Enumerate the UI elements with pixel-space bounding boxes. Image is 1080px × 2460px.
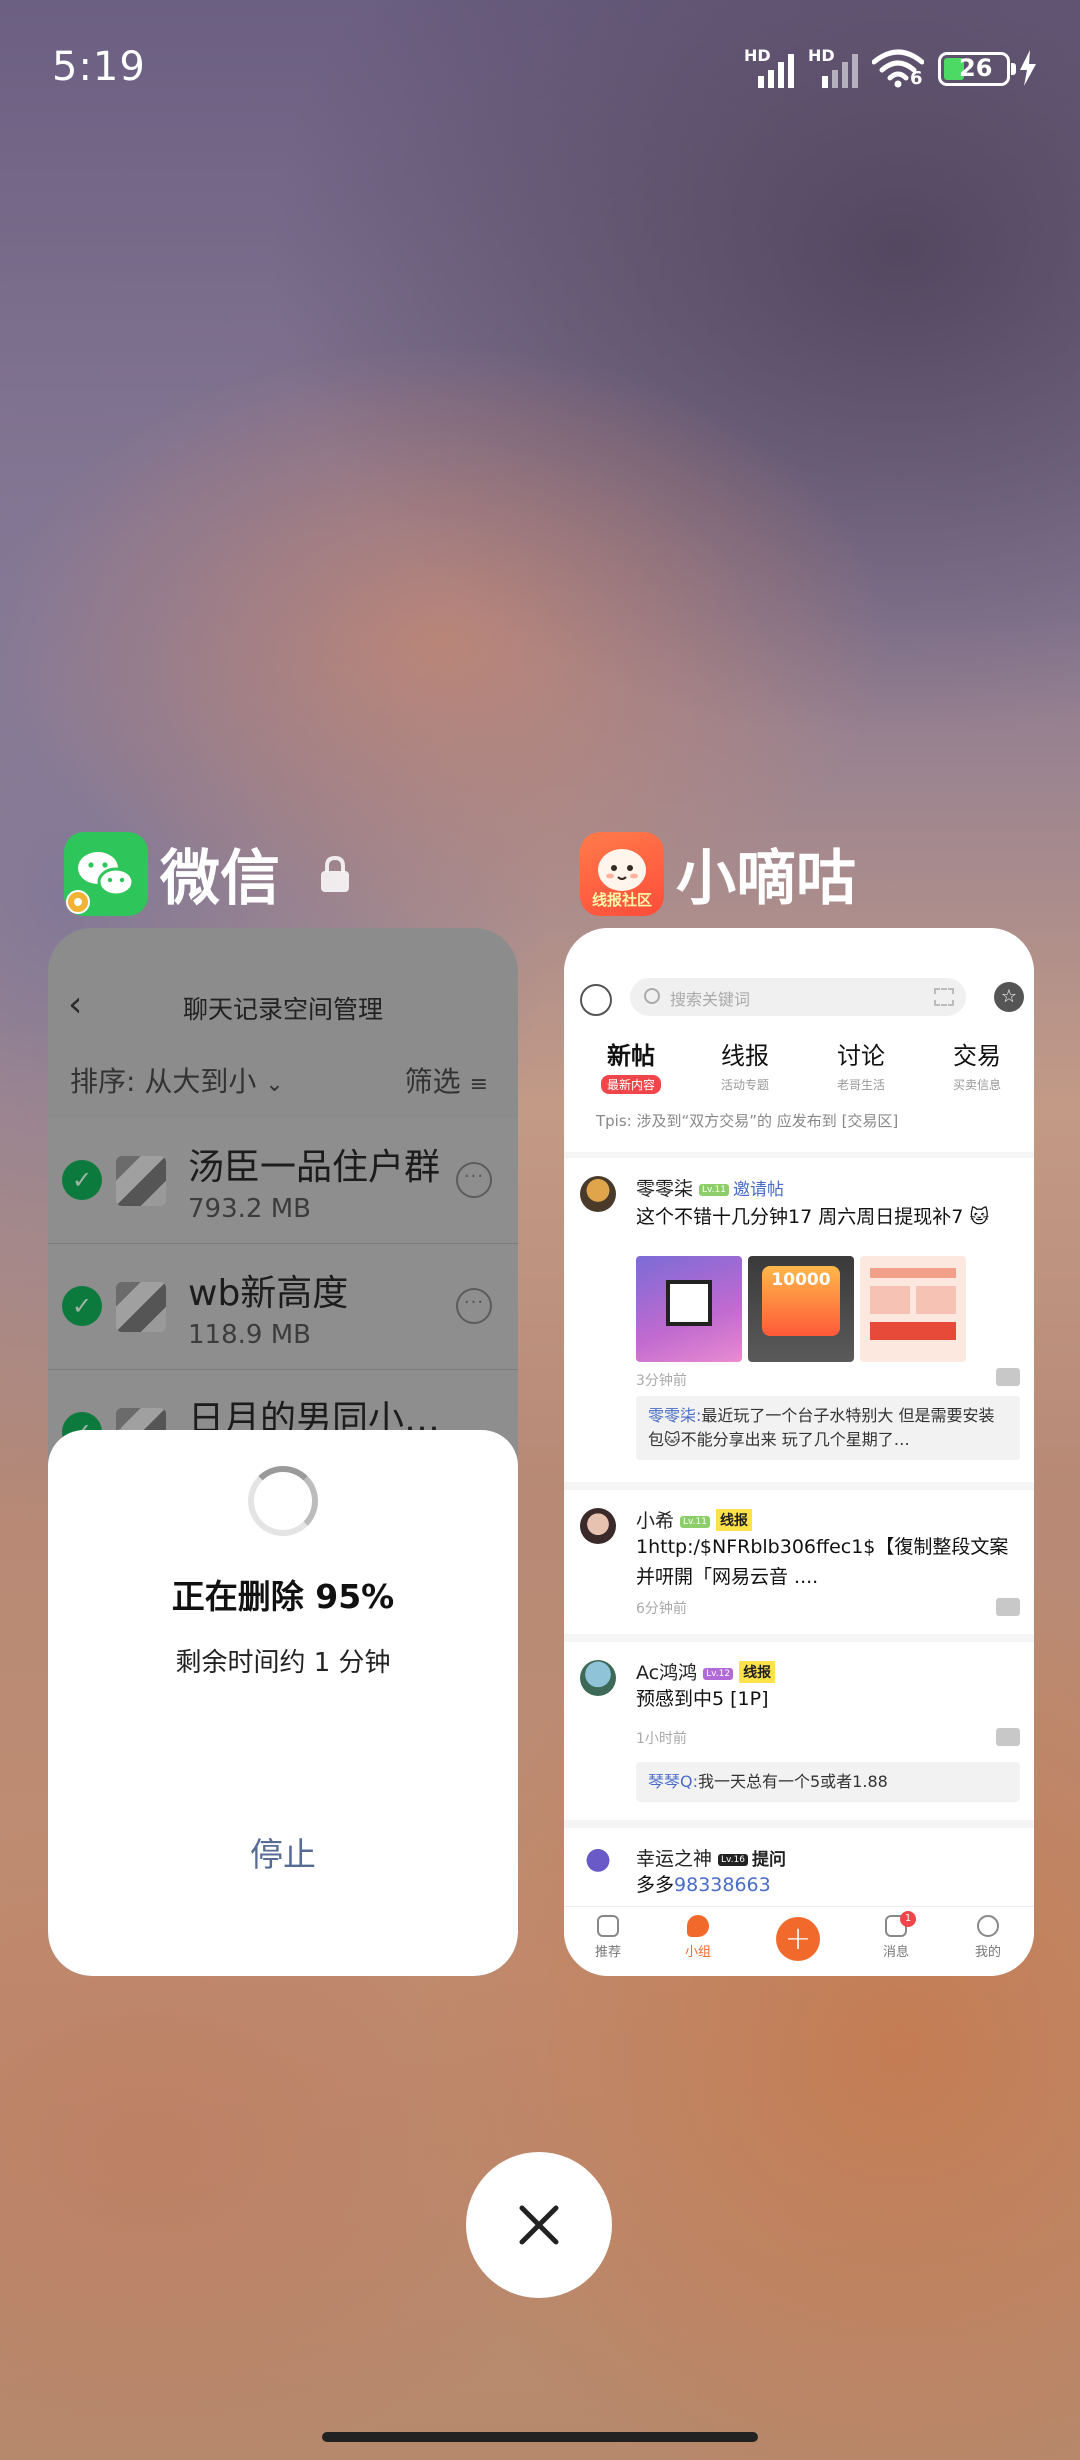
remaining-time: 剩余时间约 1 分钟 bbox=[175, 1648, 391, 1678]
post-item[interactable]: 零零柒 Lv.11 邀请帖 这个不错十几分钟17 周六周日提现补7 🐱 10000 … bbox=[564, 1158, 1034, 1482]
post-image-text: 10000 bbox=[762, 1266, 840, 1336]
comment-icon[interactable] bbox=[996, 1728, 1020, 1746]
post-tag: 线报 bbox=[715, 1509, 752, 1531]
chevron-down-icon: ⌄ bbox=[265, 1072, 284, 1097]
clock: 5:19 bbox=[52, 44, 146, 90]
close-icon bbox=[519, 2205, 559, 2245]
post-time: 3分钟前 bbox=[636, 1373, 687, 1389]
post-item[interactable]: Ac鸿鸿 Lv.12 线报 预感到中5 [1P] 1小时前 琴琴Q:我一天总有一个5… bbox=[564, 1642, 1034, 1820]
post-author[interactable]: 小希 Lv.11 线报 bbox=[636, 1506, 752, 1533]
chat-name: 汤臣一品住户群 bbox=[188, 1147, 441, 1188]
avatar[interactable] bbox=[580, 1660, 616, 1696]
post-body: 预感到中5 [1P] bbox=[636, 1688, 769, 1710]
post-body: 1http:/$NFRblb306ffec1$【復制整段文案并咞開「网易云音 .… bbox=[636, 1536, 1009, 1588]
battery-level: 26 bbox=[959, 54, 993, 82]
avatar[interactable] bbox=[580, 1176, 616, 1212]
wechat-icon[interactable] bbox=[64, 831, 148, 916]
post-image[interactable]: 10000 bbox=[748, 1256, 854, 1362]
clear-all-button[interactable] bbox=[466, 2152, 612, 2298]
groups-icon bbox=[687, 1915, 709, 1937]
xiaodigu-header-area: 搜索关键词 ☆ 新帖 最新内容 线报 活动专题 讨论 老哥生活 交易 买卖信息 … bbox=[564, 928, 1034, 1152]
filter-button[interactable]: 筛选 ≡ bbox=[405, 1060, 488, 1100]
loading-spinner-icon bbox=[248, 1466, 318, 1536]
tip-text: Tpis: 涉及到“双方交易”的 应发布到 [交易区] bbox=[596, 1112, 899, 1130]
lock-icon[interactable] bbox=[318, 854, 352, 894]
home-icon bbox=[597, 1915, 619, 1937]
wifi-standard-label: 6 bbox=[910, 68, 923, 89]
battery-icon: 26 bbox=[938, 52, 1016, 86]
group-avatar bbox=[116, 1156, 166, 1206]
chat-size: 793.2 MB bbox=[188, 1194, 311, 1224]
nav-home[interactable]: 推荐 bbox=[578, 1915, 638, 1960]
sort-dropdown[interactable]: 排序: 从大到小 ⌄ bbox=[70, 1060, 284, 1100]
post-time: 6分钟前 bbox=[636, 1601, 687, 1617]
tab-deals[interactable]: 线报 活动专题 bbox=[690, 1036, 800, 1094]
group-avatar bbox=[116, 1282, 166, 1332]
post-tag: 邀请帖 bbox=[732, 1180, 784, 1200]
post-time: 1小时前 bbox=[636, 1731, 687, 1747]
post-image[interactable] bbox=[636, 1256, 742, 1362]
home-indicator[interactable] bbox=[322, 2432, 758, 2442]
post-link[interactable]: 98338663 bbox=[674, 1874, 771, 1896]
check-icon[interactable]: ✓ bbox=[62, 1160, 102, 1200]
list-item[interactable]: ✓ wb新高度 118.9 MB ··· bbox=[48, 1244, 518, 1370]
post-reply[interactable]: 零零柒:最近玩了一个台子水特别大 但是需要安装包🐱不能分享出来 玩了几个星期了… bbox=[636, 1396, 1020, 1460]
post-reply[interactable]: 琴琴Q:我一天总有一个5或者1.88 bbox=[636, 1762, 1020, 1802]
xiaodigu-icon[interactable]: 线报社区 bbox=[580, 831, 664, 916]
post-body: 这个不错十几分钟17 周六周日提现补7 🐱 bbox=[636, 1206, 990, 1228]
star-icon[interactable]: ☆ bbox=[994, 982, 1024, 1012]
chat-name: wb新高度 bbox=[188, 1273, 349, 1314]
post-author[interactable]: Ac鸿鸿 Lv.12 线报 bbox=[636, 1658, 776, 1685]
chat-size: 118.9 MB bbox=[188, 1320, 311, 1350]
filter-icon: ≡ bbox=[469, 1072, 488, 1097]
delete-progress-dialog: 正在删除 95% 剩余时间约 1 分钟 停止 bbox=[48, 1430, 518, 1976]
wechat-header[interactable]: 微信 bbox=[64, 830, 352, 917]
wechat-app-card[interactable]: ‹ 聊天记录空间管理 排序: 从大到小 ⌄ 筛选 ≡ ✓ 汤臣一品住户群 793… bbox=[48, 928, 518, 1976]
scan-icon[interactable] bbox=[934, 988, 954, 1006]
search-icon bbox=[644, 988, 660, 1004]
status-bar: 5:19 HD HD 6 26 bbox=[0, 0, 1080, 130]
avatar[interactable] bbox=[580, 984, 612, 1016]
wechat-top-bar: ‹ 聊天记录空间管理 排序: 从大到小 ⌄ 筛选 ≡ bbox=[48, 928, 518, 1118]
delete-progress-text: 正在删除 95% bbox=[171, 1577, 395, 1616]
post-author[interactable]: 零零柒 Lv.11 邀请帖 bbox=[636, 1174, 784, 1201]
search-placeholder: 搜索关键词 bbox=[670, 990, 751, 1009]
app-name-wechat: 微信 bbox=[160, 844, 280, 914]
bottom-nav: 推荐 小组 + 1 消息 我的 bbox=[564, 1906, 1034, 1976]
post-item[interactable]: 小希 Lv.11 线报 1http:/$NFRblb306ffec1$【復制整段文案… bbox=[564, 1490, 1034, 1634]
charging-icon bbox=[1020, 50, 1036, 86]
xiaodigu-icon-text: 线报社区 bbox=[591, 890, 652, 909]
avatar[interactable] bbox=[580, 1846, 616, 1882]
post-tag: 提问 bbox=[751, 1850, 786, 1870]
more-icon[interactable]: ··· bbox=[456, 1162, 492, 1198]
list-item[interactable]: ✓ 汤臣一品住户群 793.2 MB ··· bbox=[48, 1118, 518, 1244]
xiaodigu-header[interactable]: 线报社区 小嘀咕 bbox=[580, 830, 856, 917]
check-icon[interactable]: ✓ bbox=[62, 1286, 102, 1326]
tab-new-posts[interactable]: 新帖 最新内容 bbox=[576, 1036, 686, 1094]
more-icon[interactable]: ··· bbox=[456, 1288, 492, 1324]
add-post-button[interactable]: + bbox=[776, 1917, 820, 1961]
sort-label: 排序: 从大到小 bbox=[70, 1065, 257, 1098]
page-title: 聊天记录空间管理 bbox=[182, 995, 383, 1024]
tab-discussion[interactable]: 讨论 老哥生活 bbox=[806, 1036, 916, 1094]
comment-icon[interactable] bbox=[996, 1598, 1020, 1616]
post-author[interactable]: 幸运之神 Lv.16 提问 bbox=[636, 1844, 786, 1871]
post-item[interactable]: 幸运之神 Lv.16 提问 多多98338663 bbox=[564, 1828, 1034, 1908]
comment-icon[interactable] bbox=[996, 1368, 1020, 1386]
profile-icon bbox=[977, 1915, 999, 1937]
stop-button[interactable]: 停止 bbox=[48, 1828, 518, 1876]
filter-label: 筛选 bbox=[404, 1065, 461, 1098]
tab-trade[interactable]: 交易 买卖信息 bbox=[922, 1036, 1032, 1094]
xiaodigu-app-card[interactable]: 搜索关键词 ☆ 新帖 最新内容 线报 活动专题 讨论 老哥生活 交易 买卖信息 … bbox=[564, 928, 1034, 1976]
app-name-xiaodigu: 小嘀咕 bbox=[676, 844, 856, 914]
unread-badge: 1 bbox=[900, 1911, 916, 1927]
post-image[interactable] bbox=[860, 1256, 966, 1362]
post-body: 多多98338663 bbox=[636, 1874, 771, 1896]
nav-messages[interactable]: 1 消息 bbox=[866, 1911, 926, 1960]
nav-profile[interactable]: 我的 bbox=[958, 1915, 1018, 1960]
avatar[interactable] bbox=[580, 1508, 616, 1544]
post-tag: 线报 bbox=[739, 1661, 776, 1683]
search-input[interactable]: 搜索关键词 bbox=[630, 978, 966, 1016]
nav-groups[interactable]: 小组 bbox=[668, 1915, 728, 1960]
